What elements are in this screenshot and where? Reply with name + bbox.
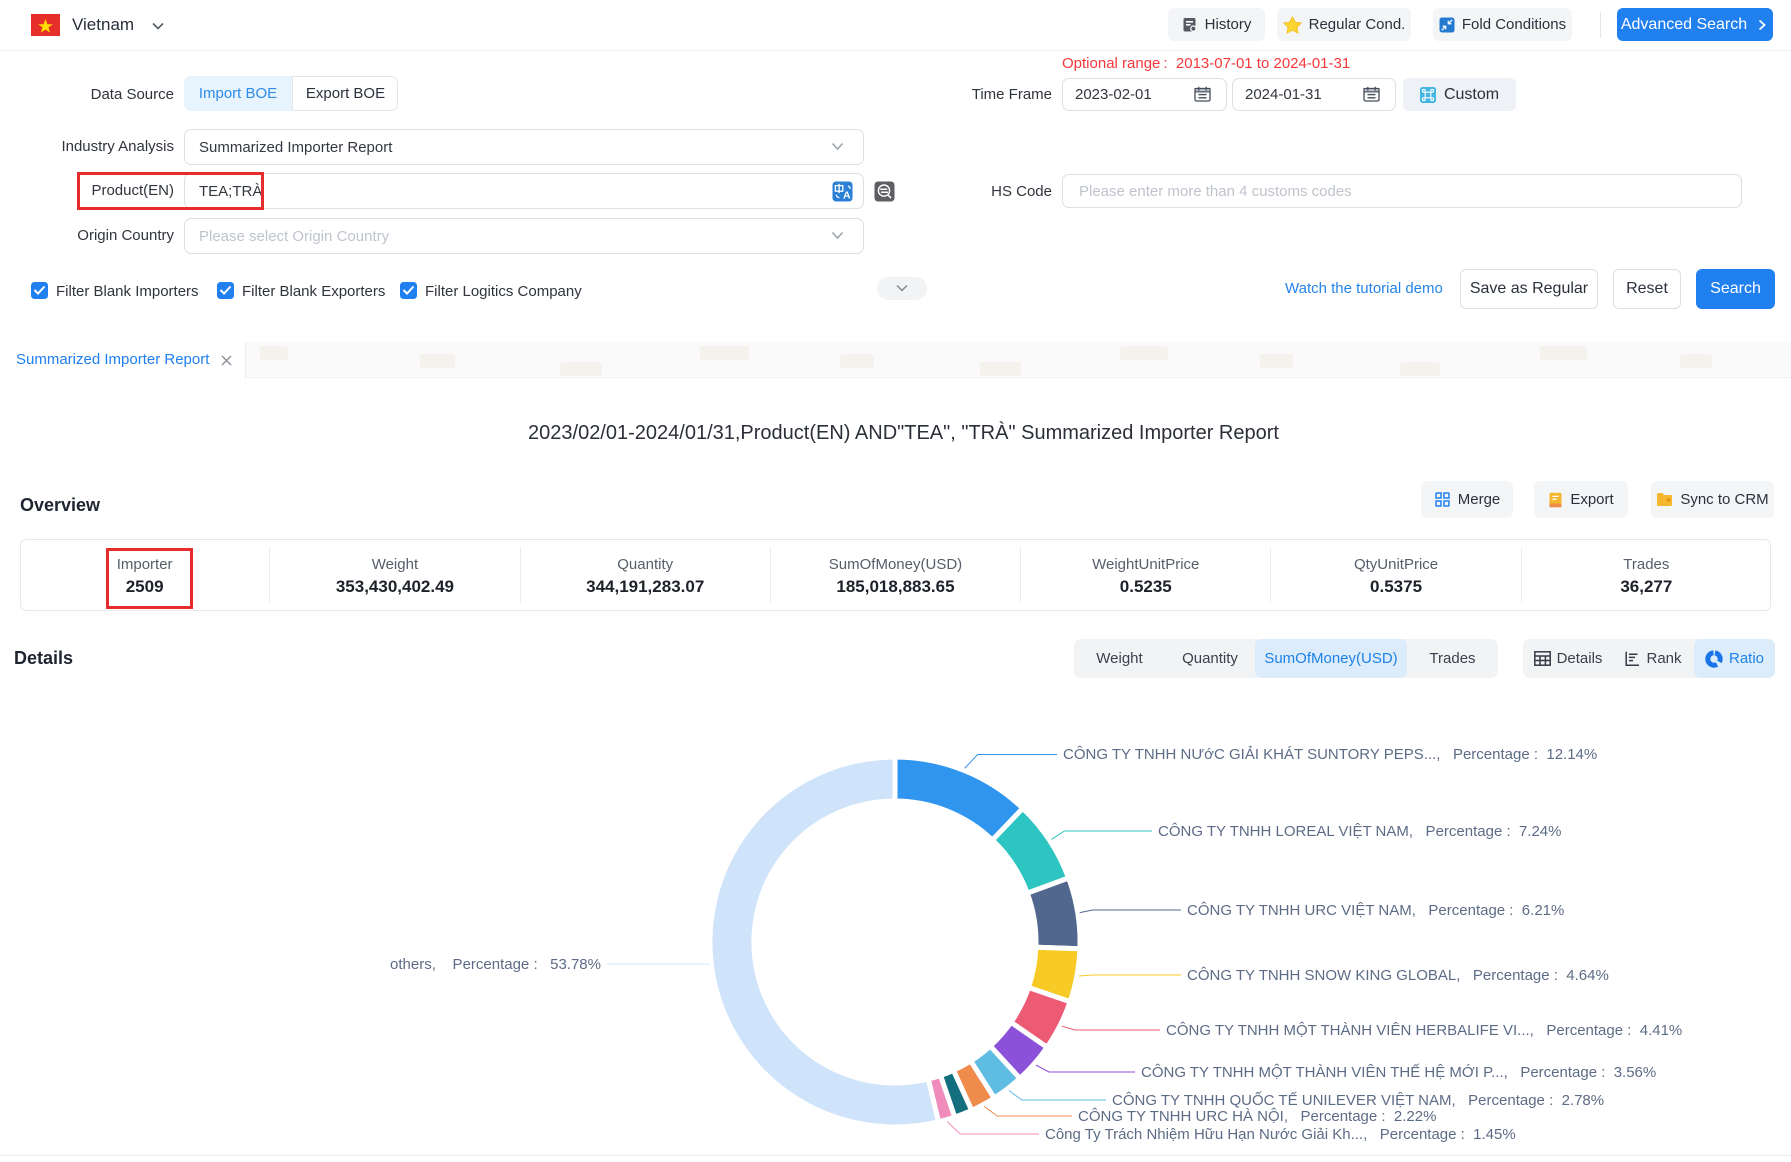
svg-text:A: A [843,189,851,201]
